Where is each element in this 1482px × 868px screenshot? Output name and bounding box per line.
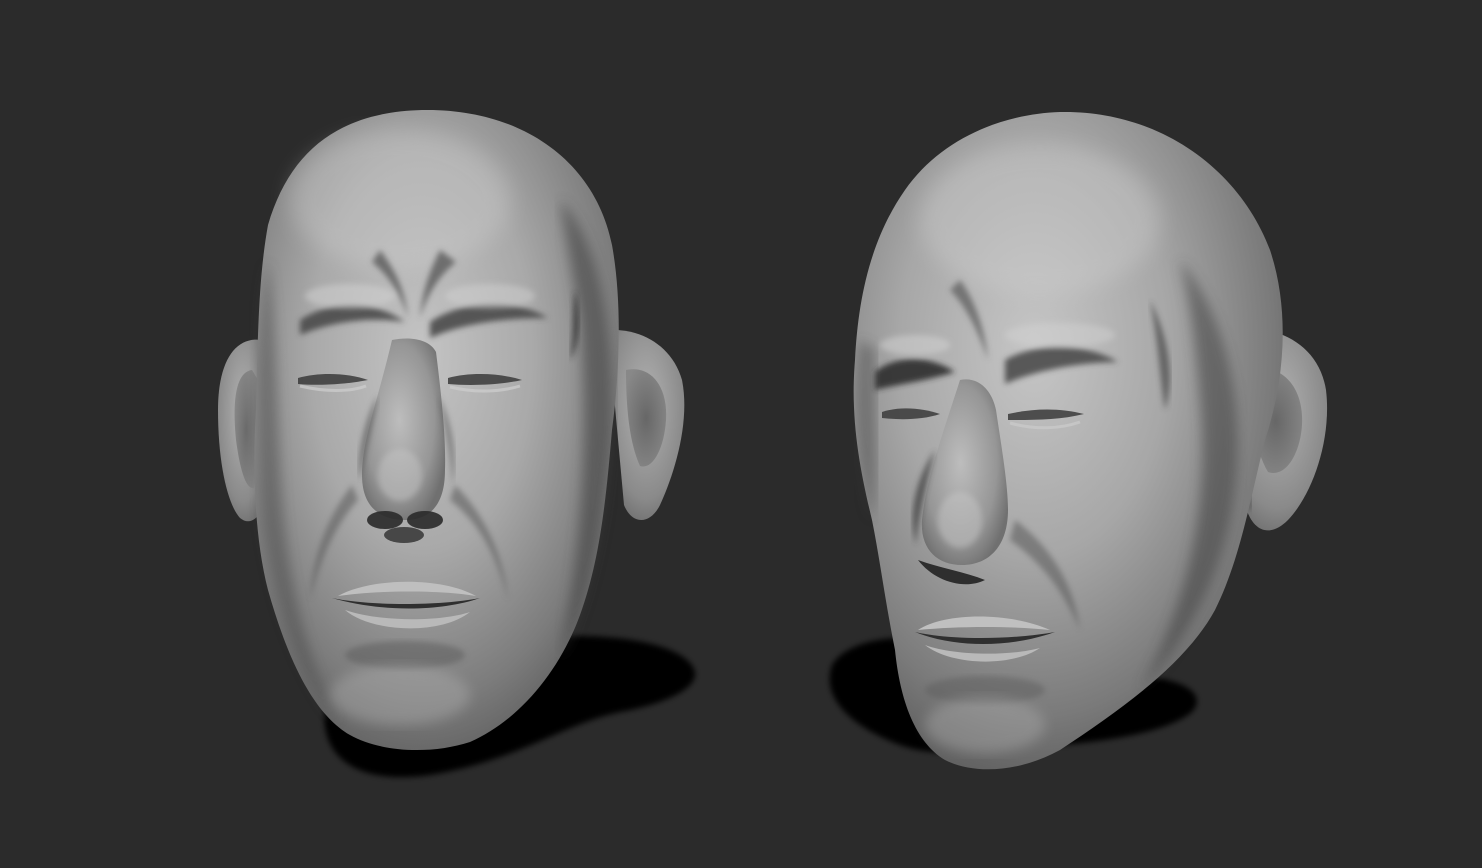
sculpt-scene bbox=[0, 0, 1482, 868]
sculpt-viewport[interactable] bbox=[0, 0, 1482, 868]
